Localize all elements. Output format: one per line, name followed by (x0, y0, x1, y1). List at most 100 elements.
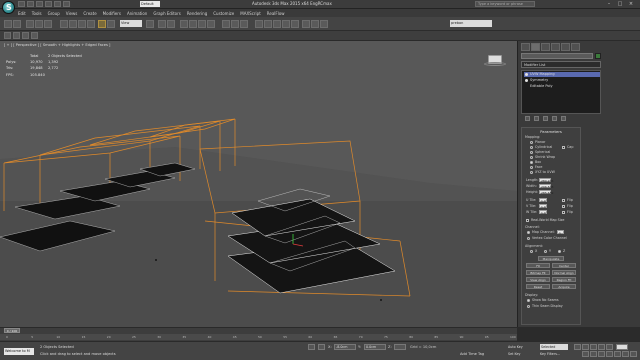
thin-seam-radio[interactable] (527, 304, 530, 308)
axis-y-radio[interactable] (544, 249, 547, 253)
absolute-mode-icon[interactable] (318, 344, 325, 350)
menu-realflow[interactable]: RealFlow (267, 11, 285, 16)
region-fit-button[interactable]: Region Fit (552, 277, 576, 282)
unlink-icon[interactable] (35, 20, 43, 28)
key-selection-select[interactable]: Selected (540, 344, 568, 350)
face-radio[interactable] (530, 165, 533, 169)
menu-animation[interactable]: Animation (127, 11, 147, 16)
ribbon-freeform-icon[interactable] (13, 32, 20, 39)
lock-selection-icon[interactable] (308, 344, 315, 350)
spherical-radio[interactable] (530, 150, 533, 154)
material-editor-icon[interactable] (291, 20, 299, 28)
configure-sets-icon[interactable] (561, 116, 566, 121)
length-field[interactable]: 280.206 (539, 178, 553, 183)
menu-maxscript[interactable]: MAXScript (240, 11, 261, 16)
display-tab-icon[interactable] (561, 43, 570, 51)
snaps-toggle-icon[interactable] (180, 20, 188, 28)
x-coord-field[interactable]: -8.0cm (334, 344, 356, 350)
menu-graph-editors[interactable]: Graph Editors (153, 11, 180, 16)
maximize-viewport-icon[interactable] (630, 351, 637, 357)
previous-frame-icon[interactable] (582, 344, 589, 350)
cylindrical-radio[interactable] (530, 145, 533, 149)
parameters-title[interactable]: Parameters (522, 129, 580, 134)
bind-space-warp-icon[interactable] (44, 20, 52, 28)
menu-group[interactable]: Group (48, 11, 60, 16)
object-color-swatch[interactable] (595, 53, 601, 59)
ribbon-selection-icon[interactable] (22, 32, 29, 39)
rect-selection-icon[interactable] (78, 20, 86, 28)
angle-snap-icon[interactable] (189, 20, 197, 28)
spinner-snap-icon[interactable] (207, 20, 215, 28)
u-flip-checkbox[interactable] (562, 198, 565, 202)
select-and-rotate-icon[interactable] (107, 20, 115, 28)
pivot-center-icon[interactable] (146, 20, 154, 28)
select-and-move-icon[interactable] (98, 20, 106, 28)
layer-manager-icon[interactable] (255, 20, 263, 28)
u-tile-field[interactable]: 1.0 (539, 198, 547, 203)
undo-tool-icon[interactable] (4, 20, 12, 28)
viewcube-ring[interactable] (484, 62, 506, 66)
redo-icon[interactable] (54, 1, 61, 7)
pin-stack-icon[interactable] (525, 116, 530, 121)
width-field[interactable]: 296.508 (539, 184, 553, 189)
link-icon[interactable] (26, 20, 34, 28)
xyz-to-uvw-radio[interactable] (530, 170, 533, 174)
reference-coordinate-select[interactable]: View (120, 20, 142, 27)
percent-snap-icon[interactable] (198, 20, 206, 28)
ribbon-object-paint-icon[interactable] (31, 32, 38, 39)
field-of-view-icon[interactable] (606, 351, 613, 357)
menu-modifiers[interactable]: Modifiers (103, 11, 121, 16)
bitmap-fit-button[interactable]: Bitmap Fit (526, 270, 550, 275)
workspace-select[interactable]: Default (140, 1, 160, 7)
go-to-end-icon[interactable] (606, 344, 613, 350)
y-coord-field[interactable]: 0.0cm (364, 344, 386, 350)
menu-create[interactable]: Create (83, 11, 96, 16)
select-by-name-icon[interactable] (69, 20, 77, 28)
project-folder-icon[interactable] (63, 1, 70, 7)
orbit-icon[interactable] (622, 351, 629, 357)
window-crossing-icon[interactable] (87, 20, 95, 28)
fit-button[interactable]: Fit (526, 263, 550, 268)
w-tile-field[interactable]: 1.0 (539, 210, 547, 215)
vertex-color-radio[interactable] (527, 236, 530, 240)
zoom-all-icon[interactable] (590, 351, 597, 357)
manipulate-button[interactable]: Manipulate (538, 256, 564, 261)
next-frame-icon[interactable] (598, 344, 605, 350)
menu-rendering[interactable]: Rendering (187, 11, 207, 16)
shrink-wrap-radio[interactable] (530, 155, 533, 159)
make-unique-icon[interactable] (543, 116, 548, 121)
create-tab-icon[interactable] (521, 43, 530, 51)
mirror-icon[interactable] (231, 20, 239, 28)
zoom-icon[interactable] (582, 351, 589, 357)
bulb-icon[interactable] (525, 79, 528, 82)
v-flip-checkbox[interactable] (562, 204, 565, 208)
auto-key-button[interactable]: Auto Key (508, 344, 524, 350)
view-align-button[interactable]: View Align (526, 277, 550, 282)
search-input[interactable]: Type a keyword or phrase (475, 1, 535, 7)
axis-x-radio[interactable] (530, 249, 533, 253)
rendered-frame-icon[interactable] (311, 20, 319, 28)
center-button[interactable]: Center (552, 263, 576, 268)
menu-customize[interactable]: Customize (213, 11, 234, 16)
pan-view-icon[interactable] (614, 351, 621, 357)
modify-tab-icon[interactable] (531, 43, 540, 51)
z-coord-field[interactable] (394, 344, 406, 350)
schematic-view-icon[interactable] (282, 20, 290, 28)
named-selection-set-select[interactable]: prebon (450, 20, 492, 27)
play-icon[interactable] (590, 344, 597, 350)
close-icon[interactable]: × (626, 1, 636, 7)
menu-views[interactable]: Views (66, 11, 78, 16)
keyboard-shortcut-icon[interactable] (167, 20, 175, 28)
render-production-icon[interactable] (320, 20, 328, 28)
utilities-tab-icon[interactable] (571, 43, 580, 51)
select-manipulate-icon[interactable] (158, 20, 166, 28)
show-no-seams-radio[interactable] (527, 298, 530, 302)
reset-button[interactable]: Reset (526, 284, 550, 289)
axis-z-radio[interactable] (558, 249, 561, 253)
curve-editor-icon[interactable] (273, 20, 281, 28)
set-key-button[interactable]: Set Key (508, 351, 524, 357)
map-channel-radio[interactable] (527, 230, 530, 234)
open-file-icon[interactable] (27, 1, 34, 7)
stack-item-uvw-mapping[interactable]: UVW Mapping (524, 72, 600, 77)
planar-radio[interactable] (530, 140, 533, 144)
